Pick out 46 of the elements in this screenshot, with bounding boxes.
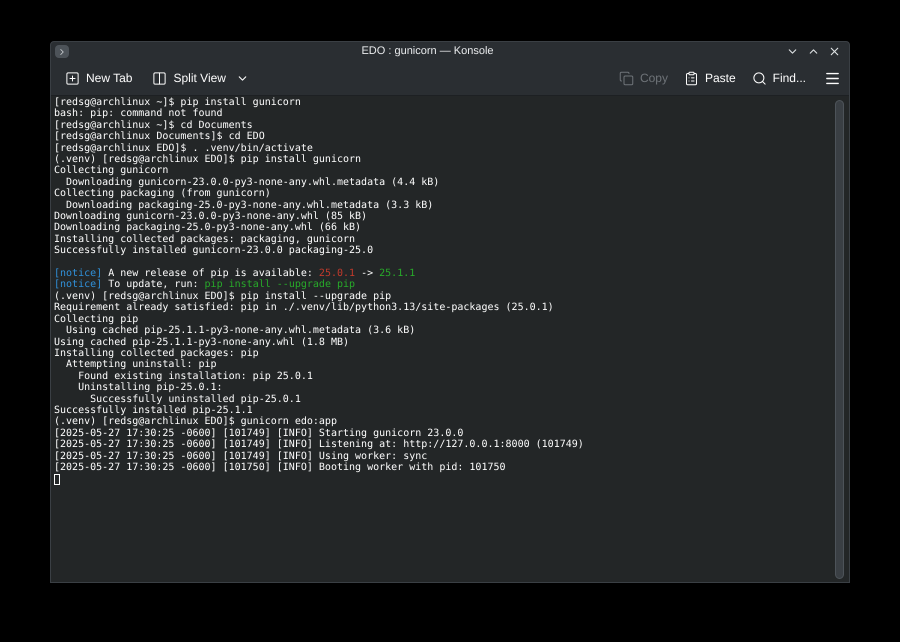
terminal-line: Downloading gunicorn-23.0.0-py3-none-any.whl.metadata (4.4 kB) [66,176,440,188]
terminal-line: bash: pip: command not found [54,108,223,120]
toolbar-button[interactable]: New Tab [59,64,138,92]
terminal-line: (.venv) [redsg@archlinux EDO]$ pip install gunicorn [54,154,362,166]
close-icon[interactable] [828,45,841,58]
terminal-line: Attempting uninstall: pip [66,359,217,371]
split-view-icon [152,70,168,86]
terminal-line: [notice] A new release of pip is available: 25.0.1 -> 25.1.1 [54,268,416,280]
search-icon [752,70,767,86]
terminal-line: Collecting pip [54,314,138,325]
terminal-line: [2025-05-27 17:30:25 -0600] [101749] [INFO] Starting gunicorn 23.0.0 [54,428,464,440]
toolbar-button[interactable]: Find... [746,64,812,92]
terminal-line: [redsg@archlinux EDO]$ . .venv/bin/activate [54,142,313,154]
terminal-line: Using cached pip-25.1.1-py3-none-any.whl (1.8 MB) [54,336,350,348]
terminal-line: Downloading packaging-25.0-py3-none-any.whl.metadata (3.3 kB) [65,200,434,211]
text-cursor [54,474,60,485]
terminal-line: Downloading gunicorn-23.0.0-py3-none-any.whl (85 kB) [54,211,368,222]
terminal-line: Uninstalling pip-25.0.1: [77,382,223,394]
terminal-line: [2025-05-27 17:30:25 -0600] [101750] [INFO] Booting worker with pid: 101750 [54,462,506,474]
terminal-line: Downloading packaging-25.0-py3-none-any.whl (66 kB) [54,222,362,234]
terminal-line: (.venv) [redsg@archlinux EDO]$ pip install --upgrade pip [54,290,392,302]
new-tab-icon [65,70,80,86]
clipboard-icon [684,70,699,86]
copy-icon [618,70,634,86]
terminal-line: Successfully installed pip-25.1.1 [54,404,253,416]
terminal-line: Collecting packaging (from gunicorn) [54,188,271,200]
toolbar-button[interactable]: Paste [678,64,742,92]
scrollbar[interactable] [835,100,844,579]
terminal-line: Requirement already satisfied: pip in ./.venv/lib/python3.13/site-packages (25.0.1) [54,302,554,314]
terminal-line: Installing collected packages: pip [54,348,259,360]
terminal-line: Successfully uninstalled pip-25.0.1 [89,394,301,405]
terminal-line: [redsg@archlinux ~]$ pip install gunicorn [54,97,301,108]
toolbar-button[interactable]: Split View [146,64,255,92]
terminal-line: Successfully installed gunicorn-23.0.0 packaging-25.0 [54,245,374,257]
terminal-line: Collecting gunicorn [54,165,168,177]
terminal-line: Installing collected packages: packaging, gunicorn [54,234,356,246]
terminal-line: Found existing installation: pip 25.0.1 [77,370,313,382]
terminal-icon [55,45,69,58]
terminal-line: Using cached pip-25.1.1-py3-none-any.whl.metadata (3.6 kB) [66,325,416,337]
terminal-line: [notice] To update, run: pip install --upgrade pip [54,279,356,291]
terminal-line: [2025-05-27 17:30:25 -0600] [101749] [INFO] Listening at: http://127.0.0.1:8000 (101749) [54,439,584,451]
terminal-line: (.venv) [redsg@archlinux EDO]$ gunicorn edo:app [54,416,337,428]
terminal-line: [2025-05-27 17:30:25 -0600] [101749] [INFO] Using worker: sync [54,450,428,462]
terminal-line: [redsg@archlinux ~]$ cd Documents [54,120,253,132]
window-title: EDO : gunicorn — Konsole [360,44,495,60]
terminal-line: [redsg@archlinux Documents]$ cd EDO [54,131,265,143]
